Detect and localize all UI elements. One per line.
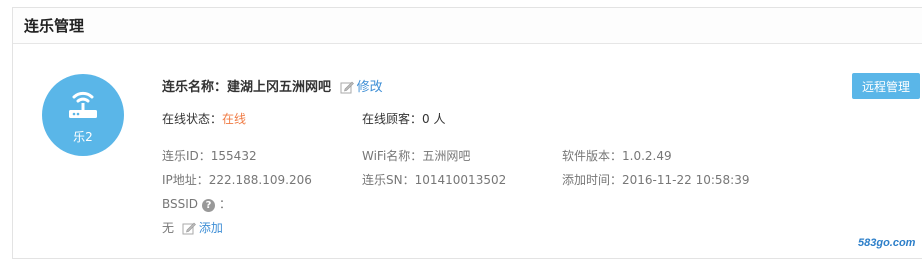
- panel-title: 连乐管理: [24, 17, 85, 35]
- version-line: 软件版本：1.0.2.49: [562, 147, 672, 164]
- sn-label: 连乐SN：: [362, 173, 415, 187]
- edit-icon[interactable]: [182, 221, 196, 238]
- watermark: 583go.com: [858, 237, 916, 249]
- status-value: 在线: [222, 112, 247, 126]
- bssid-label: BSSID: [162, 197, 199, 211]
- id-value: 155432: [210, 149, 257, 163]
- ip-line: IP地址：222.188.109.206: [162, 171, 312, 188]
- bssid-line: BSSID?：: [162, 195, 231, 212]
- router-icon: [69, 91, 97, 118]
- panel-header: 连乐管理: [13, 8, 922, 44]
- wifi-label: WiFi名称：: [362, 149, 423, 163]
- added-time-label: 添加时间：: [562, 173, 623, 187]
- status-label: 在线状态：: [162, 112, 223, 126]
- edit-icon[interactable]: [340, 80, 354, 98]
- sn-line: 连乐SN：101410013502: [362, 171, 506, 188]
- id-label: 连乐ID：: [162, 149, 211, 163]
- ip-value: 222.188.109.206: [208, 173, 312, 187]
- added-time-line: 添加时间：2016-11-22 10:58:39: [562, 171, 749, 188]
- device-panel: 连乐管理: [12, 7, 922, 259]
- id-line: 连乐ID：155432: [162, 147, 257, 164]
- remote-manage-button[interactable]: 远程管理: [852, 73, 920, 99]
- add-bssid-link[interactable]: 添加: [199, 221, 223, 235]
- status-line: 在线状态：在线: [162, 110, 246, 127]
- customers-label: 在线顾客：: [362, 112, 423, 126]
- device-avatar: 乐2: [42, 74, 124, 156]
- customers-value: 0 人: [422, 112, 446, 126]
- wifi-value: 五洲网吧: [422, 149, 471, 163]
- ip-label: IP地址：: [162, 173, 209, 187]
- device-name-label: 连乐名称：: [162, 80, 228, 95]
- device-name: 建湖上冈五洲网吧: [227, 80, 332, 95]
- version-label: 软件版本：: [562, 149, 623, 163]
- bssid-value: 无: [162, 221, 175, 235]
- bssid-value-line: 无 添加: [162, 219, 223, 238]
- device-name-line: 连乐名称：建湖上冈五洲网吧 修改: [162, 76, 383, 98]
- help-icon[interactable]: ?: [202, 199, 216, 212]
- added-time-value: 2016-11-22 10:58:39: [622, 173, 750, 187]
- sn-value: 101410013502: [414, 173, 507, 187]
- avatar-label: 乐2: [73, 130, 93, 144]
- customers-line: 在线顾客：0 人: [362, 110, 445, 127]
- bssid-colon: ：: [219, 197, 232, 211]
- edit-name-link[interactable]: 修改: [357, 80, 383, 95]
- version-value: 1.0.2.49: [622, 149, 672, 163]
- wifi-line: WiFi名称：五洲网吧: [362, 147, 470, 164]
